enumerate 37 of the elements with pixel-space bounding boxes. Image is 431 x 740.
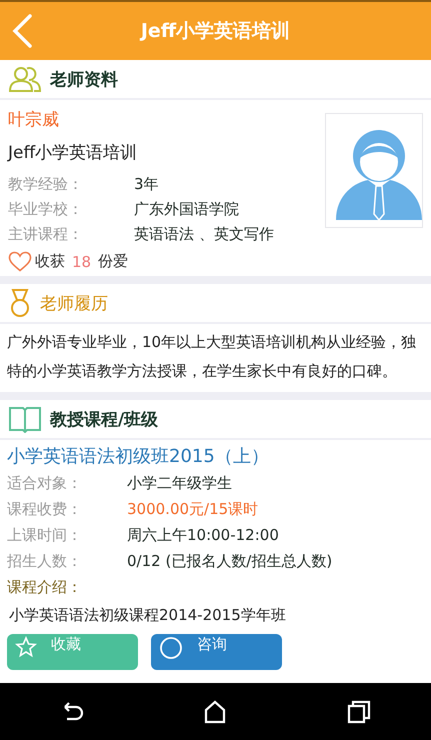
teacher-name: 叶宗威: [8, 109, 60, 131]
resume-text: 广外外语专业毕业，10年以上大型英语培训机构从业经验，独特的小学英语教学方法授课，在学生家长中有良好的口碑。: [6, 332, 418, 382]
price-value: 3000.00元/15课时: [127, 499, 258, 520]
recent-apps-icon[interactable]: [346, 698, 372, 724]
intro-label: 课程介绍：: [6, 577, 83, 598]
course-title[interactable]: 小学英语语法初级班2015（上）: [0, 440, 431, 470]
field-value: 3年: [134, 174, 159, 195]
field-label: 适合对象：: [7, 473, 83, 494]
field-label: 招生人数：: [7, 551, 83, 572]
favorite-button[interactable]: 收藏: [7, 634, 138, 670]
course-intro: 小学英语语法初级课程2014-2015学年班: [8, 605, 287, 626]
section-title: 教授课程/班级: [50, 408, 158, 430]
field-label: 课程收费：: [7, 499, 83, 520]
likes-label: 份爱: [98, 252, 128, 271]
star-icon: [15, 636, 37, 658]
field-label: 上课时间：: [7, 525, 83, 546]
field-label: 教学经验：: [8, 174, 84, 195]
field-value: 周六上午10:00-12:00: [127, 525, 279, 546]
likes-label: 收获: [35, 252, 65, 271]
book-icon: [8, 405, 42, 433]
section-title: 老师资料: [50, 68, 118, 90]
likes-count: 18: [71, 252, 92, 270]
medal-icon: [8, 288, 32, 318]
field-value: 小学二年级学生: [127, 473, 232, 494]
consult-button[interactable]: 咨询: [151, 634, 282, 670]
field-value: 广东外国语学院: [134, 199, 239, 220]
field-label: 毕业学校：: [8, 199, 84, 220]
avatar-icon: [325, 113, 423, 228]
chat-icon: [159, 636, 183, 660]
school-name: Jeff小学英语培训: [8, 142, 138, 164]
section-title: 老师履历: [40, 292, 108, 314]
field-value: 英语语法 、英文写作: [134, 224, 274, 245]
heart-icon[interactable]: [8, 251, 32, 272]
field-value: 0/12 (已报名人数/招生总人数): [127, 551, 332, 572]
page-title: Jeff小学英语培训: [138, 19, 292, 44]
field-label: 主讲课程：: [8, 224, 84, 245]
people-icon: [8, 65, 42, 93]
